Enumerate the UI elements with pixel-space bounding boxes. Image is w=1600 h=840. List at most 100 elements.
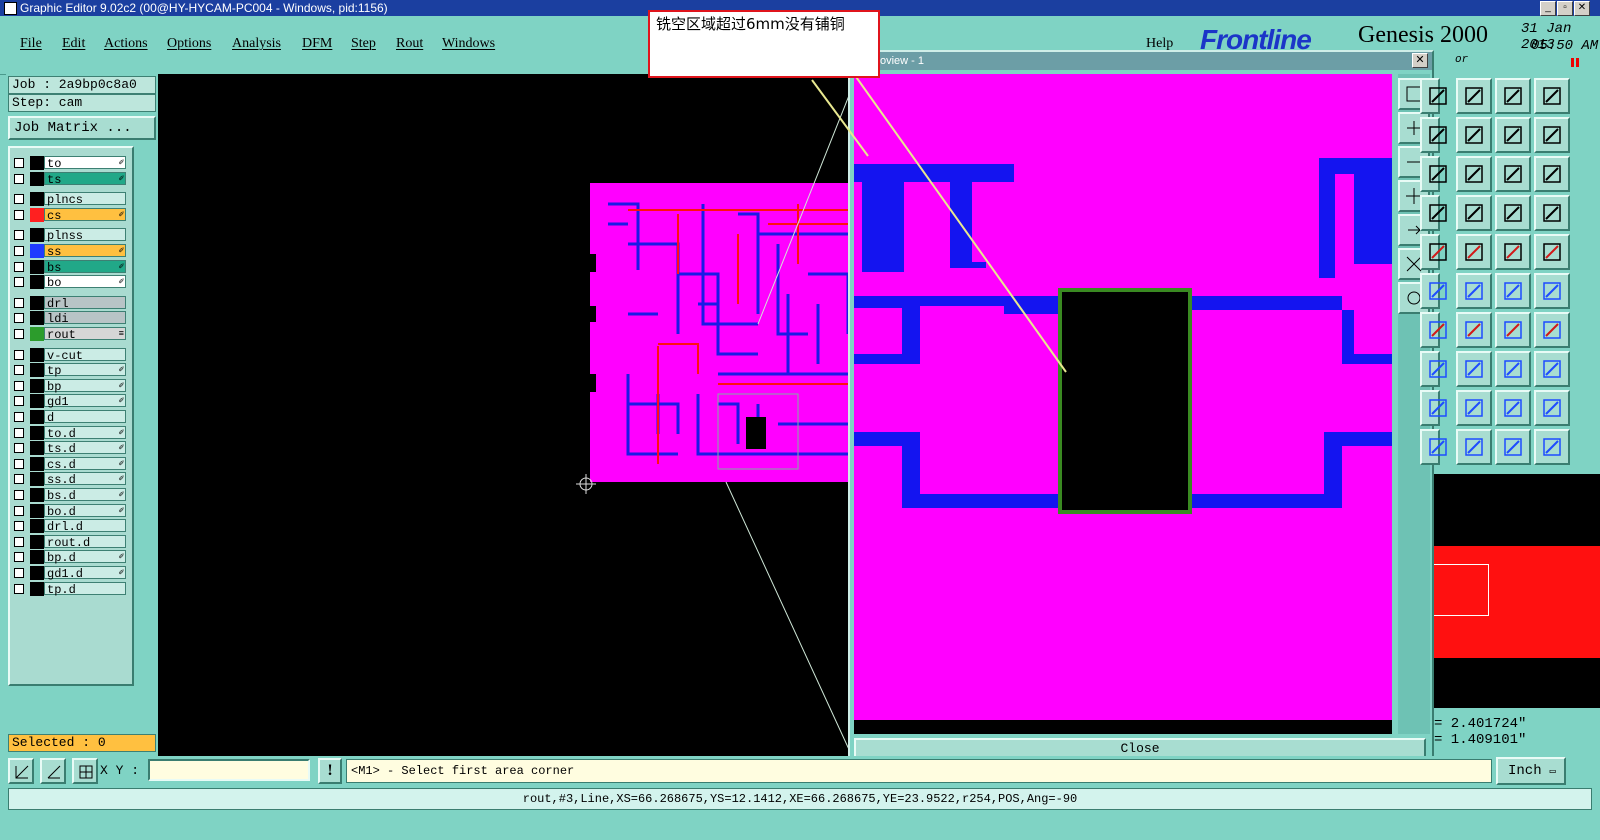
layer-name[interactable]: ts bbox=[44, 171, 126, 187]
layer-row-cs-d[interactable]: cs.d ✐ bbox=[12, 456, 128, 472]
home-icon[interactable] bbox=[1495, 78, 1531, 114]
select-tool-icon[interactable] bbox=[8, 758, 34, 784]
xy-input[interactable] bbox=[148, 759, 310, 781]
layer-checkbox[interactable] bbox=[14, 246, 24, 256]
tool-i[interactable] bbox=[1420, 390, 1447, 426]
layer-checkbox[interactable] bbox=[14, 552, 24, 563]
layer-row-bp[interactable]: bp ✐ bbox=[12, 378, 128, 394]
close-window-button[interactable]: ✕ bbox=[1574, 1, 1590, 16]
layer-name[interactable]: ts.d bbox=[44, 441, 126, 456]
route-icon[interactable] bbox=[1534, 273, 1570, 309]
layer-checkbox[interactable] bbox=[14, 505, 24, 516]
tool-d[interactable] bbox=[1420, 195, 1447, 231]
arc-mark-icon[interactable] bbox=[1534, 390, 1570, 426]
rotate-icon[interactable] bbox=[1495, 312, 1531, 348]
menu-options[interactable]: Options bbox=[167, 36, 211, 52]
layer-row-rout[interactable]: rout ≡ bbox=[12, 327, 128, 342]
tool-c[interactable] bbox=[1420, 156, 1447, 192]
layer-name[interactable]: d bbox=[44, 410, 126, 425]
tool-j[interactable] bbox=[1420, 429, 1447, 465]
menu-actions[interactable]: Actions bbox=[104, 36, 148, 52]
layer-checkbox[interactable] bbox=[14, 261, 24, 272]
layer-name[interactable]: plnss bbox=[44, 228, 126, 243]
path-icon[interactable] bbox=[1534, 429, 1570, 465]
layer-row-tp-d[interactable]: tp.d bbox=[12, 581, 128, 597]
pointer-icon[interactable] bbox=[1456, 429, 1492, 465]
component-icon[interactable] bbox=[1495, 195, 1531, 231]
layer-name[interactable]: bp.d bbox=[44, 550, 126, 565]
tool-a[interactable] bbox=[1420, 78, 1447, 114]
layer-row-ss-d[interactable]: ss.d ✐ bbox=[12, 472, 128, 487]
layer-name[interactable]: bo bbox=[44, 275, 126, 290]
layer-checkbox[interactable] bbox=[14, 412, 24, 422]
move-pad-icon[interactable] bbox=[1495, 273, 1531, 309]
window-icon[interactable] bbox=[1534, 78, 1570, 114]
layer-row-gd1[interactable]: gd1 ✐ bbox=[12, 394, 128, 409]
layer-icon[interactable] bbox=[1534, 351, 1570, 387]
layer-row-ts-d[interactable]: ts.d ✐ bbox=[12, 441, 128, 456]
layer-checkbox[interactable] bbox=[14, 568, 24, 578]
layer-row-drl[interactable]: drl bbox=[12, 295, 128, 311]
zoom-close-x-button[interactable]: ✕ bbox=[1412, 53, 1428, 68]
tool-e[interactable] bbox=[1420, 234, 1447, 270]
pointer-select-icon[interactable] bbox=[1495, 429, 1531, 465]
align-icon[interactable] bbox=[1495, 351, 1531, 387]
graphic-canvas[interactable] bbox=[158, 74, 852, 756]
layer-checkbox[interactable] bbox=[14, 173, 24, 184]
tool-h[interactable] bbox=[1420, 351, 1447, 387]
layer-checkbox[interactable] bbox=[14, 313, 24, 324]
layer-name[interactable]: bs.d bbox=[44, 488, 126, 503]
layer-checkbox[interactable] bbox=[14, 474, 24, 485]
layer-name[interactable]: to.d bbox=[44, 425, 126, 441]
layer-checkbox[interactable] bbox=[14, 583, 24, 594]
layer-checkbox[interactable] bbox=[14, 194, 24, 205]
layer-checkbox[interactable] bbox=[14, 458, 24, 469]
tool-b[interactable] bbox=[1420, 117, 1447, 153]
move-icon[interactable] bbox=[1456, 117, 1492, 153]
menu-dfm[interactable]: DFM bbox=[302, 36, 332, 52]
tool-g[interactable] bbox=[1420, 312, 1447, 348]
layer-row-bo-d[interactable]: bo.d ✐ bbox=[12, 503, 128, 519]
layer-checkbox[interactable] bbox=[14, 490, 24, 500]
layer-row-tp[interactable]: tp ✐ bbox=[12, 363, 128, 378]
tool-f[interactable] bbox=[1420, 273, 1447, 309]
layer-name[interactable]: ldi bbox=[44, 311, 126, 326]
layer-name[interactable]: rout.d bbox=[44, 534, 126, 550]
layer-name[interactable]: ss.d bbox=[44, 472, 126, 487]
layer-name[interactable]: tp bbox=[44, 363, 126, 378]
layer-checkbox[interactable] bbox=[14, 396, 24, 407]
grid-tool-icon[interactable] bbox=[72, 758, 98, 784]
layer-row-to-d[interactable]: to.d ✐ bbox=[12, 425, 128, 441]
line-icon[interactable] bbox=[1456, 312, 1492, 348]
component-edit-icon[interactable] bbox=[1534, 195, 1570, 231]
connect-icon[interactable] bbox=[1456, 195, 1492, 231]
layer-row-to[interactable]: to ✐ bbox=[12, 156, 128, 171]
layer-name[interactable]: v-cut bbox=[44, 347, 126, 363]
layer-row-drl-d[interactable]: drl.d bbox=[12, 519, 128, 534]
layer-name[interactable]: drl bbox=[44, 295, 126, 311]
import-icon[interactable] bbox=[1456, 78, 1492, 114]
layer-name[interactable]: bs bbox=[44, 259, 126, 275]
layer-name[interactable]: drl.d bbox=[44, 519, 126, 534]
layer-name[interactable]: bo.d bbox=[44, 503, 126, 519]
layer-name[interactable]: ss bbox=[44, 244, 126, 259]
stretch-icon[interactable] bbox=[1534, 117, 1570, 153]
delete-icon[interactable] bbox=[1456, 273, 1492, 309]
warning-button[interactable]: ! bbox=[318, 758, 342, 784]
measure-tool-icon[interactable] bbox=[40, 758, 66, 784]
layer-checkbox[interactable] bbox=[14, 349, 24, 360]
layer-name[interactable]: plncs bbox=[44, 192, 126, 207]
layer-checkbox[interactable] bbox=[14, 536, 24, 547]
layer-checkbox[interactable] bbox=[14, 230, 24, 241]
slope-icon[interactable] bbox=[1456, 234, 1492, 270]
menu-analysis[interactable]: Analysis bbox=[232, 36, 281, 52]
layer-name[interactable]: gd1.d bbox=[44, 566, 126, 581]
menu-edit[interactable]: Edit bbox=[62, 36, 85, 52]
layer-row-rout-d[interactable]: rout.d bbox=[12, 534, 128, 550]
layer-checkbox[interactable] bbox=[14, 521, 24, 532]
layer-checkbox[interactable] bbox=[14, 297, 24, 308]
layer-checkbox[interactable] bbox=[14, 158, 24, 168]
center-icon[interactable] bbox=[1456, 156, 1492, 192]
layer-row-bp-d[interactable]: bp.d ✐ bbox=[12, 550, 128, 565]
layer-checkbox[interactable] bbox=[14, 365, 24, 376]
